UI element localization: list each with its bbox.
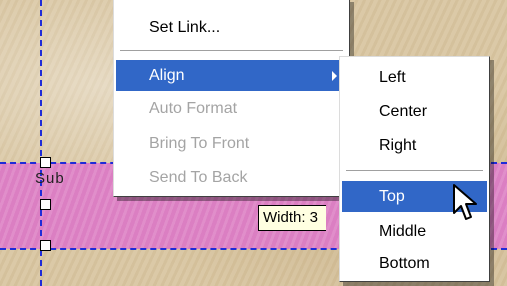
menu-item-label: Bring To Front	[149, 135, 250, 152]
submenu-arrow-icon	[332, 71, 337, 81]
submenu-item-center[interactable]: Center	[342, 96, 487, 127]
menu-item-auto-format[interactable]: Auto Format	[116, 93, 347, 124]
menu-item-send-to-back[interactable]: Send To Back	[116, 162, 347, 193]
submenu-item-left[interactable]: Left	[342, 62, 487, 93]
menu-separator	[346, 170, 483, 172]
menu-item-label: Bottom	[379, 255, 430, 272]
menu-item-label: Set Link...	[149, 19, 221, 36]
align-submenu: Left Center Right Top Middle Bottom	[339, 56, 490, 282]
size-tooltip: Width: 3	[258, 205, 327, 231]
submenu-item-bottom[interactable]: Bottom	[342, 248, 487, 279]
menu-separator	[120, 50, 343, 52]
menu-item-label: Top	[379, 188, 405, 205]
resize-handle-bottom-left[interactable]	[40, 240, 51, 251]
menu-item-label: Left	[379, 69, 406, 86]
menu-item-label: Right	[379, 137, 417, 154]
menu-item-label: Center	[379, 103, 428, 120]
menu-item-label: Auto Format	[149, 100, 238, 117]
menu-item-align[interactable]: Align	[116, 60, 347, 91]
object-text: Sub	[35, 170, 65, 187]
submenu-item-right[interactable]: Right	[342, 130, 487, 161]
menu-item-label: Align	[149, 67, 185, 84]
resize-handle-top-left[interactable]	[40, 157, 51, 168]
menu-item-label: Middle	[379, 223, 427, 240]
context-menu: Set Link... Align Auto Format Bring To F…	[113, 0, 350, 197]
menu-item-set-link[interactable]: Set Link...	[116, 12, 347, 43]
resize-handle-middle-left[interactable]	[40, 199, 51, 210]
menu-item-bring-to-front[interactable]: Bring To Front	[116, 128, 347, 159]
mouse-pointer-icon	[453, 184, 477, 220]
menu-item-label: Send To Back	[149, 169, 248, 186]
